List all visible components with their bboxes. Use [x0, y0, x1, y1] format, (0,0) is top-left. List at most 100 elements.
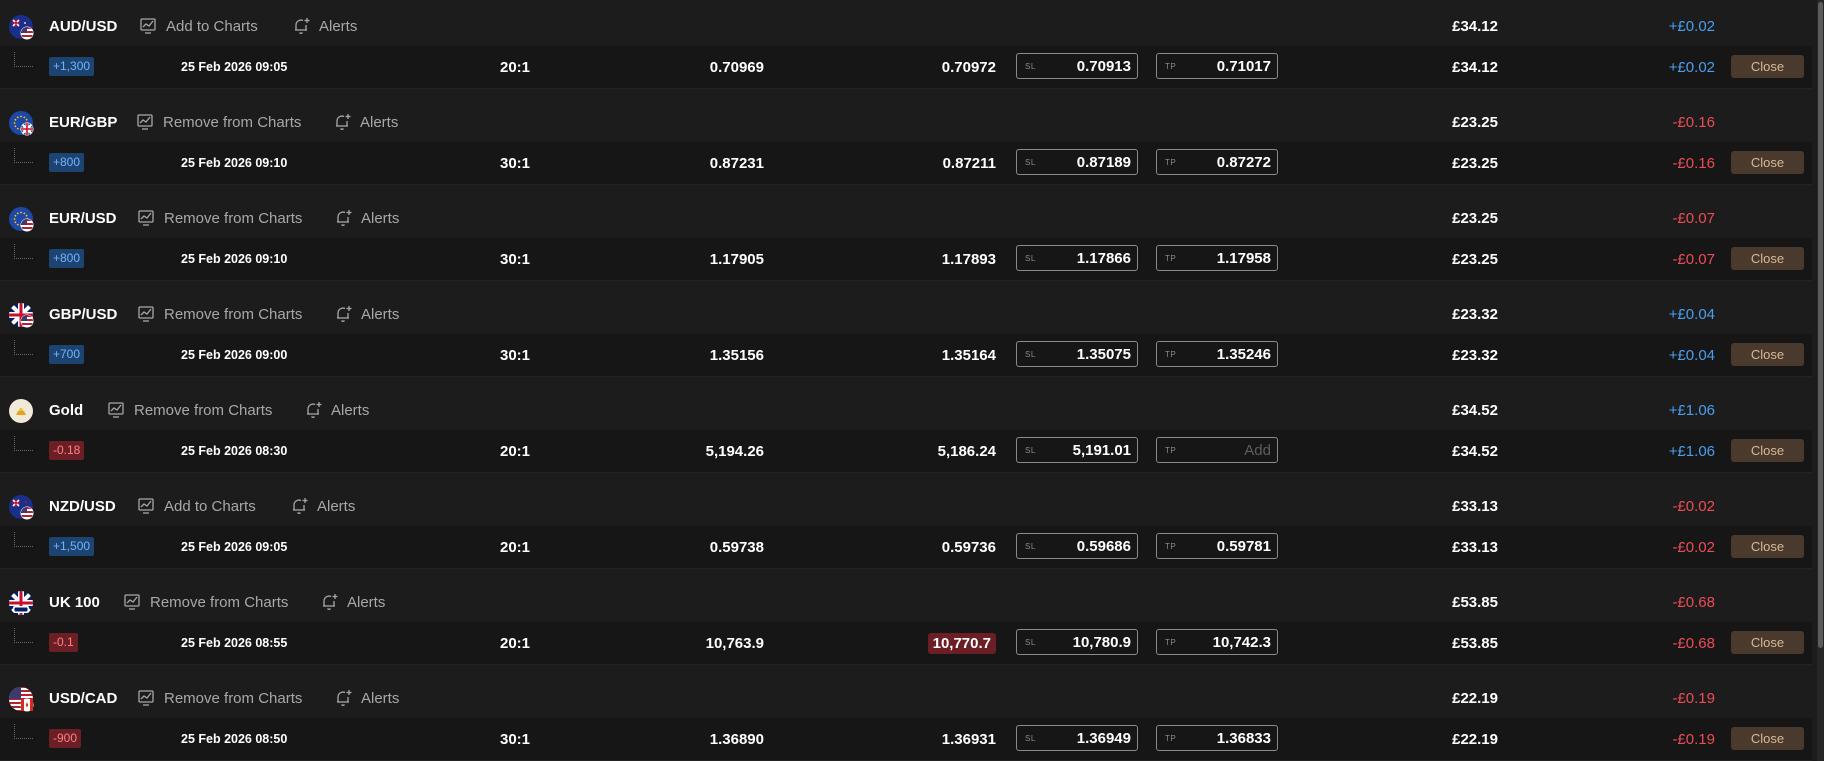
alerts-button[interactable]: Alerts — [334, 303, 399, 325]
open-date: 25 Feb 2026 09:05 — [181, 540, 288, 554]
leverage: 20:1 — [500, 443, 531, 460]
margin-total: £34.12 — [1452, 18, 1498, 35]
take-profit-value: 0.87272 — [1216, 154, 1271, 171]
current-price-value: 0.59736 — [941, 539, 996, 556]
current-price: 1.17893 — [866, 251, 996, 268]
take-profit-input[interactable]: TP 10,742.3 — [1156, 629, 1278, 655]
scrollbar-thumb[interactable] — [1818, 2, 1823, 648]
take-profit-value: 10,742.3 — [1212, 634, 1271, 651]
position-row[interactable]: +1,500 25 Feb 2026 09:05 20:1 0.59738 0.… — [0, 526, 1812, 569]
close-position-button[interactable]: Close — [1731, 727, 1804, 750]
quantity-badge: -0.18 — [49, 441, 85, 460]
instrument-header-row[interactable]: EUR/GBP Remove from Charts Alerts £23.25… — [0, 96, 1812, 148]
position-row[interactable]: +700 25 Feb 2026 09:00 30:1 1.35156 1.35… — [0, 334, 1812, 377]
remove-from-charts-button[interactable]: Remove from Charts — [123, 591, 288, 613]
position-row[interactable]: +1,300 25 Feb 2026 09:05 20:1 0.70969 0.… — [0, 46, 1812, 89]
position-group-eur-usd: EUR/USD Remove from Charts Alerts £23.25… — [0, 192, 1812, 288]
stop-loss-input[interactable]: SL 1.35075 — [1016, 341, 1138, 367]
instrument-header-row[interactable]: Gold Remove from Charts Alerts £34.52 +£… — [0, 384, 1812, 436]
position-group-uk-100: UK 100 Remove from Charts Alerts £53.85 … — [0, 576, 1812, 672]
close-position-button[interactable]: Close — [1731, 55, 1804, 78]
remove-from-charts-button[interactable]: Remove from Charts — [137, 207, 302, 229]
current-price: 10,770.7 — [866, 633, 996, 654]
chart-icon — [137, 208, 157, 228]
close-position-button[interactable]: Close — [1731, 151, 1804, 174]
alerts-button[interactable]: Alerts — [334, 687, 399, 709]
position-row[interactable]: -0.1 25 Feb 2026 08:55 20:1 10,763.9 10,… — [0, 622, 1812, 665]
position-margin: £34.52 — [1452, 443, 1498, 460]
take-profit-input[interactable]: TP 1.35246 — [1156, 341, 1278, 367]
alerts-button[interactable]: Alerts — [292, 15, 357, 37]
charts-toggle-label: Remove from Charts — [164, 209, 303, 227]
position-row[interactable]: +800 25 Feb 2026 09:10 30:1 0.87231 0.87… — [0, 142, 1812, 185]
instrument-header-row[interactable]: NZD/USD Add to Charts Alerts £33.13 -£0.… — [0, 480, 1812, 532]
take-profit-input[interactable]: TP 0.59781 — [1156, 533, 1278, 559]
alerts-button[interactable]: Alerts — [334, 207, 399, 229]
stop-loss-input[interactable]: SL 5,191.01 — [1016, 437, 1138, 463]
charts-toggle-label: Remove from Charts — [163, 113, 302, 131]
position-row[interactable]: -900 25 Feb 2026 08:50 30:1 1.36890 1.36… — [0, 718, 1812, 761]
row-connector — [14, 340, 33, 355]
margin-total: £34.52 — [1452, 402, 1498, 419]
take-profit-input[interactable]: TP Add — [1156, 437, 1278, 463]
us-ca-flag — [8, 686, 34, 712]
position-row[interactable]: +800 25 Feb 2026 09:10 30:1 1.17905 1.17… — [0, 238, 1812, 281]
stop-loss-input[interactable]: SL 0.70913 — [1016, 53, 1138, 79]
alerts-button[interactable]: Alerts — [304, 399, 369, 421]
position-group-gbp-usd: GBP/USD Remove from Charts Alerts £23.32… — [0, 288, 1812, 384]
close-position-button[interactable]: Close — [1731, 535, 1804, 558]
instrument-header-row[interactable]: EUR/USD Remove from Charts Alerts £23.25… — [0, 192, 1812, 244]
remove-from-charts-button[interactable]: Remove from Charts — [107, 399, 272, 421]
current-price-value: 0.70972 — [941, 59, 996, 76]
margin-total: £23.32 — [1452, 306, 1498, 323]
instrument-header-row[interactable]: UK 100 Remove from Charts Alerts £53.85 … — [0, 576, 1812, 628]
stop-loss-input[interactable]: SL 1.36949 — [1016, 725, 1138, 751]
alerts-button[interactable]: Alerts — [333, 111, 398, 133]
bell-plus-icon — [304, 400, 324, 420]
stop-loss-input[interactable]: SL 10,780.9 — [1016, 629, 1138, 655]
tp-label: TP — [1165, 734, 1177, 743]
leverage: 20:1 — [500, 59, 531, 76]
uk100-flag — [8, 590, 34, 616]
position-row[interactable]: -0.18 25 Feb 2026 08:30 20:1 5,194.26 5,… — [0, 430, 1812, 473]
take-profit-input[interactable]: TP 0.87272 — [1156, 149, 1278, 175]
add-to-charts-button[interactable]: Add to Charts — [139, 15, 258, 37]
instrument-header-row[interactable]: GBP/USD Remove from Charts Alerts £23.32… — [0, 288, 1812, 340]
row-connector — [14, 52, 33, 67]
current-price: 0.59736 — [866, 539, 996, 556]
bell-plus-icon — [334, 208, 354, 228]
take-profit-input[interactable]: TP 1.17958 — [1156, 245, 1278, 271]
close-position-button[interactable]: Close — [1731, 247, 1804, 270]
add-to-charts-button[interactable]: Add to Charts — [137, 495, 256, 517]
position-margin: £23.32 — [1452, 347, 1498, 364]
open-price: 1.36890 — [709, 731, 764, 748]
close-position-button[interactable]: Close — [1731, 343, 1804, 366]
remove-from-charts-button[interactable]: Remove from Charts — [136, 111, 301, 133]
close-position-button[interactable]: Close — [1731, 631, 1804, 654]
alerts-label: Alerts — [360, 113, 399, 131]
instrument-header-row[interactable]: AUD/USD Add to Charts Alerts £34.12 +£0.… — [0, 0, 1812, 52]
alerts-button[interactable]: Alerts — [290, 495, 355, 517]
take-profit-input[interactable]: TP 1.36833 — [1156, 725, 1278, 751]
open-date: 25 Feb 2026 09:00 — [181, 348, 288, 362]
row-connector — [14, 244, 33, 259]
stop-loss-input[interactable]: SL 0.59686 — [1016, 533, 1138, 559]
close-position-button[interactable]: Close — [1731, 439, 1804, 462]
remove-from-charts-button[interactable]: Remove from Charts — [137, 687, 302, 709]
alerts-button[interactable]: Alerts — [320, 591, 385, 613]
stop-loss-input[interactable]: SL 0.87189 — [1016, 149, 1138, 175]
scrollbar[interactable] — [1817, 0, 1824, 761]
instrument-header-row[interactable]: USD/CAD Remove from Charts Alerts £22.19… — [0, 672, 1812, 724]
row-connector — [14, 436, 33, 451]
stop-loss-input[interactable]: SL 1.17866 — [1016, 245, 1138, 271]
stop-loss-value: 0.70913 — [1076, 58, 1131, 75]
positions-table: AUD/USD Add to Charts Alerts £34.12 +£0.… — [0, 0, 1824, 761]
remove-from-charts-button[interactable]: Remove from Charts — [137, 303, 302, 325]
margin-total: £53.85 — [1452, 594, 1498, 611]
stop-loss-value: 0.87189 — [1076, 154, 1131, 171]
stop-loss-value: 1.17866 — [1076, 250, 1131, 267]
take-profit-input[interactable]: TP 0.71017 — [1156, 53, 1278, 79]
position-margin: £33.13 — [1452, 539, 1498, 556]
alerts-label: Alerts — [361, 305, 400, 323]
chart-icon — [137, 496, 157, 516]
